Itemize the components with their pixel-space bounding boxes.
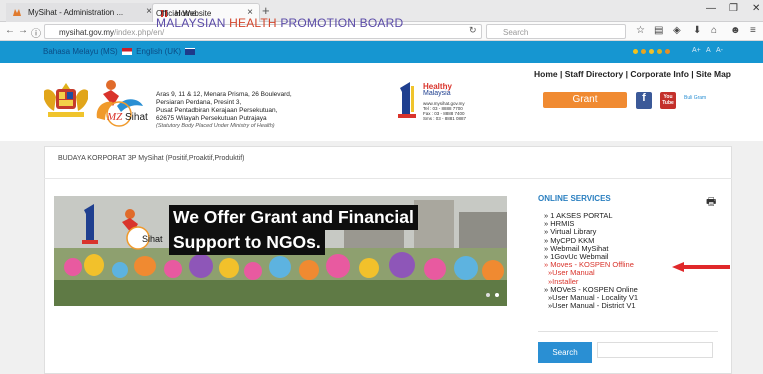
banner-logo-sihat: Sihat: [142, 234, 163, 244]
address-line: Pusat Pentadbiran Kerajaan Persekutuan,: [156, 107, 278, 114]
grant-button[interactable]: Grant: [543, 92, 627, 108]
font-decrease-button[interactable]: A-: [716, 47, 723, 54]
healthy-detail-line: Sms : 03 - 8881 0887: [423, 116, 467, 121]
board-name: MALAYSIAN HEALTH PROMOTION BOARD: [156, 16, 403, 30]
smiley-icon[interactable]: ☻: [730, 25, 741, 36]
color-theme-dot[interactable]: [657, 49, 662, 54]
banner-person: [359, 258, 379, 278]
banner-line-2: Support to NGOs.: [169, 230, 325, 255]
healthy-details: www.mysihat.gov.my Tel : 03 - 8888 7700 …: [423, 101, 466, 121]
close-window-icon[interactable]: ✕: [752, 3, 760, 14]
coat-of-arms-icon[interactable]: [40, 81, 92, 121]
board-prefix: MALAYSIAN: [156, 16, 230, 30]
banner-person: [326, 254, 350, 278]
banner-person: [244, 262, 262, 280]
browser-search-field[interactable]: Search: [486, 24, 626, 39]
back-icon[interactable]: ←: [5, 25, 15, 36]
banner-person: [482, 260, 504, 282]
color-theme-dot[interactable]: [633, 49, 638, 54]
red-arrow-annotation-icon: [672, 262, 730, 272]
download-icon[interactable]: ⬇: [693, 25, 701, 36]
font-increase-button[interactable]: A+: [692, 47, 701, 54]
lang-bahasa-link[interactable]: Bahasa Melayu (MS): [43, 47, 118, 56]
forward-icon[interactable]: →: [18, 25, 28, 36]
lang-english-link[interactable]: English (UK): [136, 47, 181, 56]
banner-person: [164, 260, 182, 278]
youtube-icon[interactable]: You Tube: [660, 92, 676, 109]
banner-person: [269, 256, 291, 278]
address-line: 62675 Wilayah Persekutuan Putrajaya: [156, 115, 267, 122]
url-host: mysihat.gov.my: [59, 28, 114, 37]
facebook-icon[interactable]: f: [636, 92, 652, 109]
minimize-icon[interactable]: —: [706, 3, 716, 14]
banner-person: [112, 262, 128, 278]
board-suffix: PROMOTION BOARD: [276, 16, 404, 30]
buligram-icon[interactable]: Buli Gram: [684, 95, 718, 101]
mysihat-favicon-icon: [13, 9, 21, 16]
banner-person: [134, 256, 156, 276]
tab-title: MySihat - Administration ...: [28, 8, 124, 17]
banner-person: [424, 258, 446, 280]
font-reset-button[interactable]: A: [706, 47, 711, 54]
uk-flag-icon[interactable]: [185, 48, 196, 56]
banner-person: [219, 258, 239, 278]
banner-person: [64, 258, 82, 276]
language-bar: Bahasa Melayu (MS) English (UK) A+ A A-: [0, 41, 763, 63]
search-button[interactable]: Search: [538, 342, 592, 363]
banner-person: [454, 256, 478, 280]
statutory-note: (Statutory Body Placed Under Ministry of…: [156, 123, 275, 129]
color-theme-dot[interactable]: [665, 49, 670, 54]
maximize-icon[interactable]: ❐: [729, 3, 738, 14]
color-theme-dot[interactable]: [641, 49, 646, 54]
home-icon[interactable]: ⌂: [711, 25, 717, 36]
print-icon[interactable]: 🖶: [706, 193, 716, 212]
reload-icon[interactable]: ↻: [469, 25, 477, 36]
pocket-icon[interactable]: ◈: [673, 25, 681, 36]
color-theme-dot[interactable]: [649, 49, 654, 54]
top-nav-links[interactable]: Home | Staff Directory | Corporate Info …: [534, 69, 731, 79]
banner-caption: We Offer Grant and Financial Support to …: [169, 205, 507, 255]
divider: [538, 331, 718, 332]
banner-field: [54, 280, 507, 306]
online-services-list: » 1 AKSES PORTAL» HRMIS» Virtual Library…: [544, 211, 638, 310]
online-service-item[interactable]: »User Manual - District V1: [544, 302, 638, 310]
banner-person: [389, 252, 415, 278]
budaya-korporat-link[interactable]: BUDAYA KORPORAT 3P MySihat (Positif,Proa…: [58, 155, 244, 162]
healthy-malaysia-one-icon: [398, 82, 416, 118]
divider: [44, 178, 732, 179]
slide-dot[interactable]: [486, 293, 490, 297]
search-input[interactable]: [597, 342, 713, 358]
banner-line-1: We Offer Grant and Financial: [169, 205, 418, 230]
browser-tab-admin[interactable]: MySihat - Administration ... ×: [6, 3, 158, 22]
bookmark-star-icon[interactable]: ☆: [636, 25, 645, 36]
banner-person: [84, 254, 104, 276]
online-services-title: ONLINE SERVICES: [538, 194, 611, 203]
banner-person: [189, 254, 213, 278]
logo-mz: MZ: [106, 111, 123, 123]
info-icon[interactable]: ⓘ: [31, 25, 41, 40]
banner-person: [299, 260, 319, 280]
banner-one-logo-icon: [82, 204, 98, 244]
search-placeholder: Search: [503, 28, 529, 37]
reading-list-icon[interactable]: ▤: [654, 25, 663, 36]
online-service-label: »User Manual - District V1: [548, 301, 636, 311]
slide-dot-active[interactable]: [495, 293, 499, 297]
board-highlight: HEALTH: [229, 16, 277, 30]
menu-icon[interactable]: ≡: [750, 25, 756, 36]
address-line: Persiaran Perdana, Presint 3,: [156, 99, 242, 106]
malaysia-flag-icon[interactable]: [121, 48, 132, 56]
healthy-sub: Malaysia: [423, 90, 451, 97]
banner-mysihat-logo-icon: Sihat: [122, 209, 163, 250]
address-line: Aras 9, 11 & 12, Menara Prisma, 26 Boule…: [156, 91, 292, 98]
logo-sihat: Sihat: [125, 112, 148, 123]
mysihat-logo-icon[interactable]: MZ Sihat: [91, 76, 151, 128]
